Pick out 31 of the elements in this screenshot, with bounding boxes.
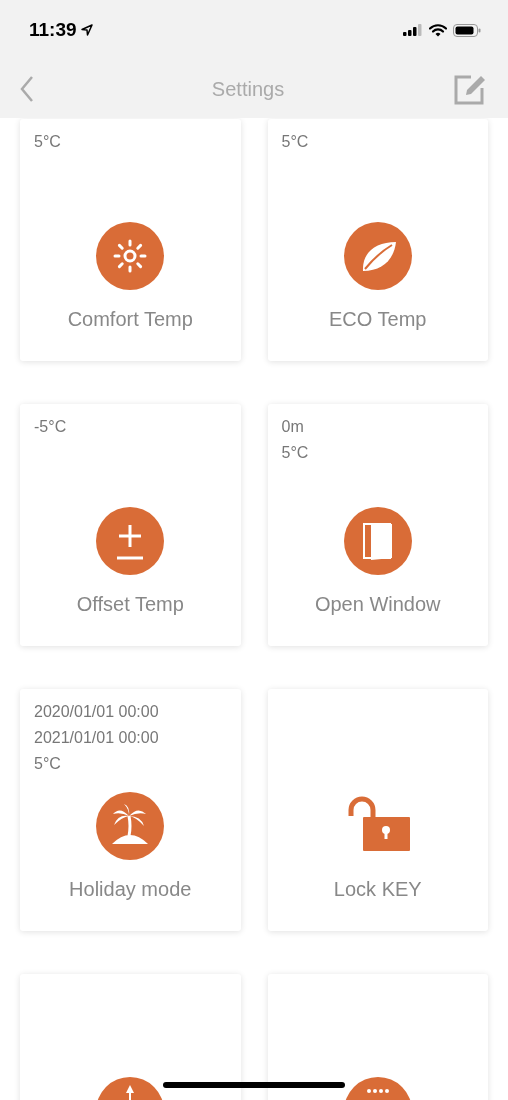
palm-tree-icon — [96, 792, 165, 860]
setting-value: 2021/01/01 00:00 — [34, 728, 160, 748]
setting-value: 5°C — [281, 132, 310, 152]
setting-label: Comfort Temp — [67, 307, 193, 332]
sun-icon — [96, 222, 165, 290]
setting-card[interactable]: Lock KEY — [267, 689, 488, 931]
setting-card[interactable]: 5°C ECO Temp — [267, 119, 488, 361]
setting-value: 5°C — [34, 132, 62, 152]
setting-value: 2020/01/01 00:00 — [34, 702, 160, 722]
setting-label: Holiday mode — [69, 877, 192, 902]
setting-label: ECO Temp — [329, 307, 427, 332]
setting-card[interactable]: 0m 5°C Open Window — [267, 404, 488, 646]
setting-value: 0m — [281, 417, 305, 437]
plus-minus-icon — [96, 507, 165, 575]
door-icon — [343, 507, 412, 575]
status-time: 11:39 — [29, 17, 77, 42]
setting-value: -5°C — [34, 417, 68, 437]
leaf-icon — [343, 222, 412, 290]
location-arrow-icon — [80, 24, 93, 36]
page-title: Settings — [211, 77, 285, 102]
setting-value: 5°C — [281, 443, 310, 463]
setting-card[interactable]: -5°C Offset Temp — [20, 404, 241, 646]
setting-label: Open Window — [314, 592, 441, 617]
signal-icon — [403, 24, 423, 36]
setting-label: Offset Temp — [76, 592, 184, 617]
battery-icon — [453, 23, 481, 37]
setting-label: Lock KEY — [333, 877, 422, 902]
wifi-icon — [429, 23, 447, 37]
setting-value: 5°C — [34, 754, 62, 774]
setting-card[interactable]: 2020/01/01 00:00 2021/01/01 00:00 5°C Holiday mode — [20, 689, 241, 931]
setting-card[interactable]: 5°C Comfort Temp — [20, 119, 241, 361]
